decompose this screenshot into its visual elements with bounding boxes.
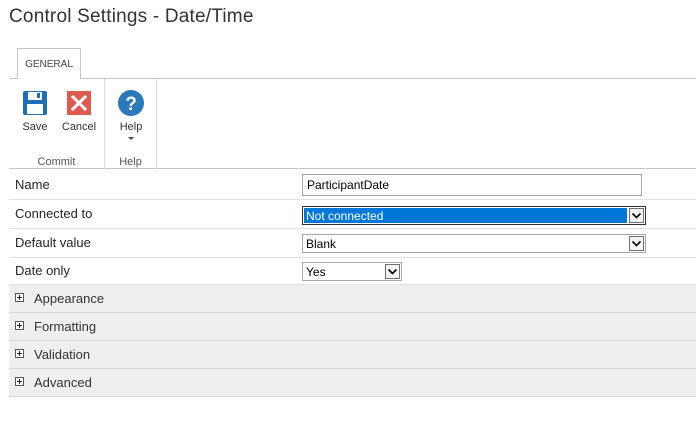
section-formatting[interactable]: Formatting xyxy=(9,313,696,341)
date-only-label: Date only xyxy=(15,263,70,278)
connected-to-value: Not connected xyxy=(306,209,384,223)
chevron-down-icon[interactable] xyxy=(385,264,400,279)
name-input[interactable] xyxy=(302,174,642,196)
ribbon-group-help: ? Help Help xyxy=(105,79,157,169)
expand-icon[interactable] xyxy=(15,377,24,386)
form-row-default-value: Default value Blank xyxy=(9,229,696,258)
section-label-advanced: Advanced xyxy=(34,375,92,390)
form-row-date-only: Date only Yes xyxy=(9,258,696,285)
help-icon: ? xyxy=(117,89,145,117)
default-value-label: Default value xyxy=(15,235,91,250)
ribbon-group-commit: Save Cancel Commit xyxy=(9,79,105,169)
section-appearance[interactable]: Appearance xyxy=(9,285,696,313)
section-validation[interactable]: Validation xyxy=(9,341,696,369)
connected-to-select[interactable]: Not connected xyxy=(302,206,646,225)
form-row-connected-to: Connected to Not connected xyxy=(9,200,696,229)
cancel-button[interactable]: Cancel xyxy=(59,89,99,133)
tab-general[interactable]: GENERAL xyxy=(17,48,81,79)
ribbon-group-label-help: Help xyxy=(119,156,142,168)
connected-to-label: Connected to xyxy=(15,206,93,221)
expand-icon[interactable] xyxy=(15,321,24,330)
section-label-validation: Validation xyxy=(34,347,91,362)
expand-icon[interactable] xyxy=(15,349,24,358)
save-button[interactable]: Save xyxy=(17,89,53,133)
ribbon: Save Cancel Commit ? Help Help xyxy=(9,78,696,169)
cancel-label: Cancel xyxy=(61,121,97,133)
section-label-formatting: Formatting xyxy=(34,319,97,334)
help-label: Help xyxy=(119,121,143,133)
ribbon-group-label-commit: Commit xyxy=(37,156,76,168)
default-value-value: Blank xyxy=(306,237,337,251)
chevron-down-icon[interactable] xyxy=(629,208,644,223)
expand-icon[interactable] xyxy=(15,293,24,302)
date-only-value: Yes xyxy=(306,265,326,279)
date-only-select[interactable]: Yes xyxy=(302,262,402,281)
close-icon xyxy=(65,89,93,117)
help-button[interactable]: ? Help xyxy=(113,89,149,140)
page-title: Control Settings - Date/Time xyxy=(9,6,254,27)
chevron-down-icon xyxy=(128,137,134,140)
section-label-appearance: Appearance xyxy=(34,291,105,306)
default-value-select[interactable]: Blank xyxy=(302,234,646,253)
form-row-name: Name xyxy=(9,170,696,200)
name-label: Name xyxy=(15,177,50,192)
save-label: Save xyxy=(22,121,48,133)
chevron-down-icon[interactable] xyxy=(629,236,644,251)
save-icon xyxy=(21,89,49,117)
svg-text:?: ? xyxy=(125,94,137,115)
section-advanced[interactable]: Advanced xyxy=(9,369,696,397)
